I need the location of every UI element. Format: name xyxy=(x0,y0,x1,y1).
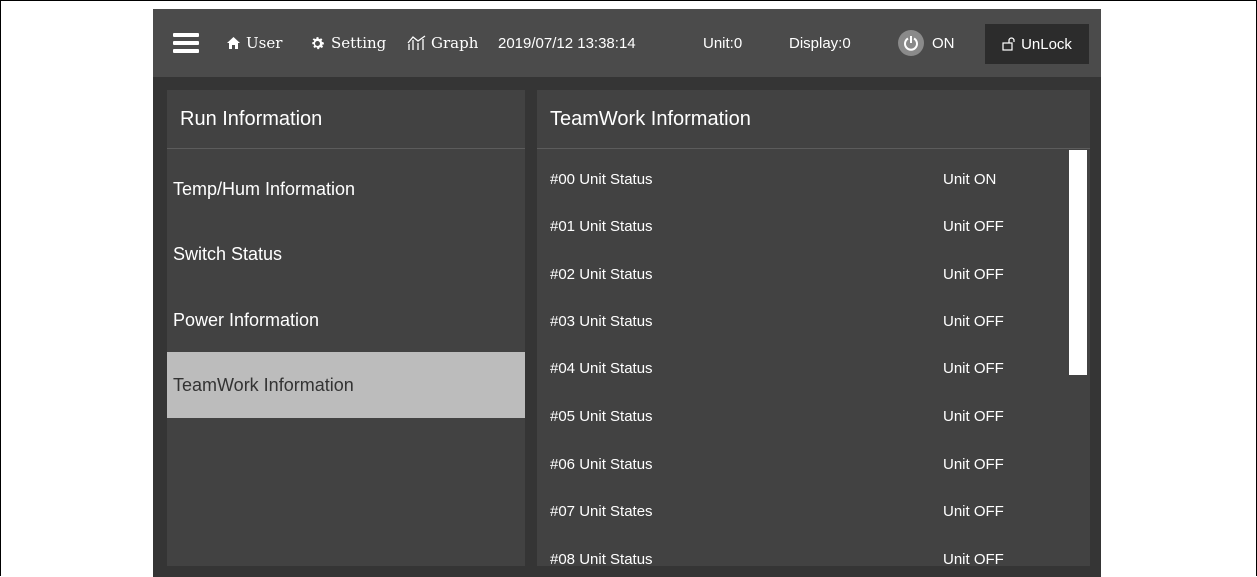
user-label: User xyxy=(246,34,283,52)
unit-status-value: Unit OFF xyxy=(943,266,1004,283)
unlock-button[interactable]: UnLock xyxy=(985,24,1089,64)
unit-status-label: #02 Unit Status xyxy=(550,266,653,283)
unit-status-label: #05 Unit Status xyxy=(550,408,653,425)
unit-status-value: Unit OFF xyxy=(943,408,1004,425)
unlock-label: UnLock xyxy=(1021,35,1072,53)
display-indicator: Display:0 xyxy=(789,34,851,52)
unit-status-row: #05 Unit Status Unit OFF xyxy=(537,408,1067,428)
gear-icon xyxy=(312,36,325,49)
setting-label: Setting xyxy=(331,34,387,52)
unlock-icon xyxy=(1002,37,1015,51)
unit-status-label: #08 Unit Status xyxy=(550,551,653,566)
nav-item-power-information[interactable]: Power Information xyxy=(167,287,525,353)
unit-status-row: #00 Unit Status Unit ON xyxy=(537,171,1067,191)
menu-button[interactable] xyxy=(173,9,201,77)
unit-status-value: Unit OFF xyxy=(943,503,1004,520)
hamburger-menu-icon xyxy=(173,33,199,53)
unit-status-value: Unit OFF xyxy=(943,313,1004,330)
run-information-panel: Run Information Temp/Hum Information Swi… xyxy=(167,90,525,566)
unit-status-label: #03 Unit Status xyxy=(550,313,653,330)
unit-status-value: Unit OFF xyxy=(943,456,1004,473)
unit-status-value: Unit OFF xyxy=(943,360,1004,377)
graph-button[interactable]: Graph xyxy=(407,9,478,77)
power-icon xyxy=(898,30,924,56)
home-icon xyxy=(227,37,240,49)
teamwork-information-title: TeamWork Information xyxy=(537,90,1090,149)
device-screen: User Setting Graph 2019/07/12 13:38:14 U… xyxy=(153,9,1101,577)
user-button[interactable]: User xyxy=(226,9,282,77)
unit-status-value: Unit ON xyxy=(943,171,997,188)
power-label: ON xyxy=(932,34,955,52)
unit-status-row: #04 Unit Status Unit OFF xyxy=(537,360,1067,380)
graph-label: Graph xyxy=(431,34,479,52)
unit-status-label: #06 Unit Status xyxy=(550,456,653,473)
unit-status-value: Unit OFF xyxy=(943,218,1004,235)
unit-status-row: #06 Unit Status Unit OFF xyxy=(537,456,1067,476)
unit-status-row: #03 Unit Status Unit OFF xyxy=(537,313,1067,333)
datetime-display: 2019/07/12 13:38:14 xyxy=(498,34,636,52)
nav-item-switch-status[interactable]: Switch Status xyxy=(167,221,525,287)
unit-status-row: #07 Unit States Unit OFF xyxy=(537,503,1067,523)
setting-button[interactable]: Setting xyxy=(309,9,386,77)
scrollbar-thumb[interactable] xyxy=(1069,150,1087,375)
unit-status-row: #01 Unit Status Unit OFF xyxy=(537,218,1067,238)
nav-item-temp-hum[interactable]: Temp/Hum Information xyxy=(167,156,525,222)
graph-icon xyxy=(407,35,426,50)
teamwork-information-panel: TeamWork Information #00 Unit Status Uni… xyxy=(537,90,1090,566)
unit-status-label: #07 Unit States xyxy=(550,503,653,520)
power-button[interactable]: ON xyxy=(898,9,955,77)
unit-status-label: #04 Unit Status xyxy=(550,360,653,377)
unit-display: Unit:0 xyxy=(703,34,743,52)
unit-status-label: #00 Unit Status xyxy=(550,171,653,188)
unit-status-row: #08 Unit Status Unit OFF xyxy=(537,551,1067,566)
top-bar: User Setting Graph 2019/07/12 13:38:14 U… xyxy=(153,9,1101,77)
unit-status-value: Unit OFF xyxy=(943,551,1004,566)
nav-item-teamwork-information[interactable]: TeamWork Information xyxy=(167,352,525,418)
run-information-title: Run Information xyxy=(167,90,525,149)
unit-status-label: #01 Unit Status xyxy=(550,218,653,235)
unit-status-row: #02 Unit Status Unit OFF xyxy=(537,266,1067,286)
